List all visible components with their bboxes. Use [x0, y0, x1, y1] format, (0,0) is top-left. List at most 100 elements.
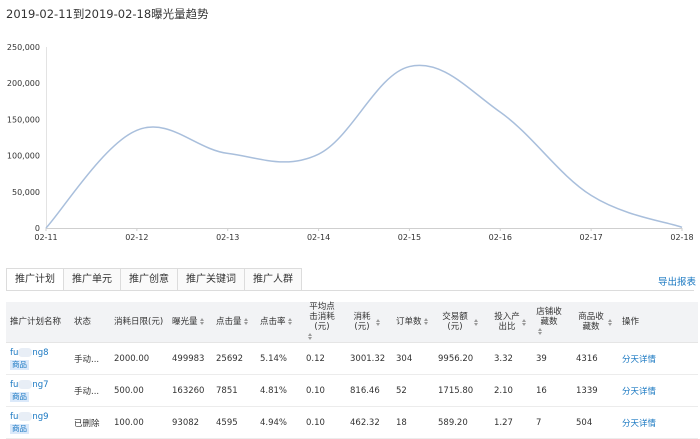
x-tick-label: 02-16 [489, 233, 512, 242]
y-tick-label: 200,000 [7, 79, 40, 88]
col-shop-fav[interactable]: 店铺收藏数 [532, 302, 572, 343]
table-row: fu ng8 商品 手动... 2000.00 499983 25692 5.14%… [6, 342, 698, 375]
cell-clicks: 25692 [212, 342, 256, 375]
plan-name-link[interactable]: fu ng8 [10, 347, 66, 359]
cell-ctr: 5.14% [256, 342, 302, 375]
tab-creative[interactable]: 推广创意 [121, 268, 178, 291]
tab-divider [6, 290, 694, 291]
table-row: fu ng9 商品 已删除 100.00 93082 4595 4.94% 0.10… [6, 406, 698, 439]
col-action: 操作 [618, 302, 698, 343]
plan-name-link[interactable]: fu ng9 [10, 411, 66, 423]
cell-roi: 3.32 [490, 342, 532, 375]
cell-clicks: 4595 [212, 406, 256, 439]
sort-icon[interactable] [199, 318, 205, 325]
cell-cpc: 0.10 [302, 374, 346, 407]
cell-cpc: 0.10 [302, 406, 346, 439]
col-clicks[interactable]: 点击量 [212, 302, 256, 343]
tab-unit[interactable]: 推广单元 [64, 268, 121, 291]
cell-impressions: 499983 [168, 342, 212, 375]
table-row: fu ng7 商品 手动... 500.00 163260 7851 4.81% 0… [6, 374, 698, 407]
cell-roi: 1.27 [490, 406, 532, 439]
cell-roi: 2.10 [490, 374, 532, 407]
cell-status: 已删除 [70, 406, 110, 439]
col-cost[interactable]: 消耗(元) [346, 302, 392, 343]
cell-shop-fav: 16 [532, 374, 572, 407]
daily-detail-link[interactable]: 分天详情 [622, 419, 656, 429]
sort-icon[interactable] [538, 328, 543, 335]
cell-limit: 500.00 [110, 374, 168, 407]
col-ctr[interactable]: 点击率 [256, 302, 302, 343]
sort-icon[interactable] [243, 318, 249, 325]
col-impressions[interactable]: 曝光量 [168, 302, 212, 343]
daily-detail-link[interactable]: 分天详情 [622, 387, 656, 397]
plan-name-link[interactable]: fu ng7 [10, 379, 66, 391]
cell-status: 手动... [70, 374, 110, 407]
export-report-link[interactable]: 导出报表 [658, 274, 696, 288]
x-tick-label: 02-11 [34, 233, 57, 242]
cell-item-fav: 1339 [572, 374, 618, 407]
cell-cost: 3001.32 [346, 342, 392, 375]
tab-keyword[interactable]: 推广关键词 [178, 268, 245, 291]
cell-orders: 52 [392, 374, 434, 407]
tab-audience[interactable]: 推广人群 [245, 268, 302, 291]
y-tick-label: 100,000 [7, 152, 40, 161]
table-header-row: 推广计划名称 状态 消耗日限(元) 曝光量 点击量 点击率 平均点击消耗(元) … [6, 302, 698, 343]
cell-cost: 816.46 [346, 374, 392, 407]
cell-gmv: 589.20 [434, 406, 490, 439]
cell-limit: 2000.00 [110, 342, 168, 375]
sort-icon[interactable] [474, 318, 479, 326]
cell-shop-fav: 39 [532, 342, 572, 375]
sort-icon[interactable] [522, 318, 527, 326]
cell-gmv: 1715.80 [434, 374, 490, 407]
sort-icon[interactable] [308, 333, 313, 340]
cell-gmv: 9956.20 [434, 342, 490, 375]
y-tick-label: 50,000 [12, 188, 40, 197]
cell-cpc: 0.12 [302, 342, 346, 375]
x-tick-label: 02-14 [307, 233, 330, 242]
cell-impressions: 93082 [168, 406, 212, 439]
cell-impressions: 163260 [168, 374, 212, 407]
plan-type-badge: 商品 [10, 423, 29, 434]
x-tick-label: 02-17 [580, 233, 603, 242]
x-tick-label: 02-12 [125, 233, 148, 242]
y-tick-label: 0 [35, 224, 40, 233]
cell-status: 手动... [70, 342, 110, 375]
daily-detail-link[interactable]: 分天详情 [622, 355, 656, 365]
cell-ctr: 4.81% [256, 374, 302, 407]
col-gmv[interactable]: 交易额(元) [434, 302, 490, 343]
y-axis: 0 50,000 100,000 150,000 200,000 250,000 [7, 43, 47, 233]
x-tick-label: 02-13 [216, 233, 239, 242]
y-tick-label: 150,000 [7, 115, 40, 124]
cell-limit: 100.00 [110, 406, 168, 439]
col-status: 状态 [70, 302, 110, 343]
col-item-fav[interactable]: 商品收藏数 [572, 302, 618, 343]
cell-item-fav: 504 [572, 406, 618, 439]
col-daily-limit: 消耗日限(元) [110, 302, 168, 343]
sort-icon[interactable] [376, 318, 381, 326]
sort-icon[interactable] [608, 318, 613, 326]
cell-orders: 304 [392, 342, 434, 375]
y-tick-label: 250,000 [7, 43, 40, 52]
col-orders[interactable]: 订单数 [392, 302, 434, 343]
cell-shop-fav: 7 [532, 406, 572, 439]
col-avg-cpc[interactable]: 平均点击消耗(元) [302, 302, 346, 343]
x-axis: 02-11 02-12 02-13 02-14 02-15 02-16 02-17 02-18 [34, 228, 694, 242]
cell-clicks: 7851 [212, 374, 256, 407]
sort-icon[interactable] [423, 318, 429, 325]
cell-ctr: 4.94% [256, 406, 302, 439]
x-tick-label: 02-18 [670, 233, 693, 242]
plan-type-badge: 商品 [10, 391, 29, 402]
plan-type-badge: 商品 [10, 359, 29, 370]
exposure-trend-chart: 0 50,000 100,000 150,000 200,000 250,000 02-1… [7, 43, 694, 242]
sort-icon[interactable] [287, 318, 293, 325]
exposure-series-line [45, 64, 683, 229]
cell-cost: 462.32 [346, 406, 392, 439]
col-roi[interactable]: 投入产出比 [490, 302, 532, 343]
cell-item-fav: 4316 [572, 342, 618, 375]
x-tick-label: 02-15 [398, 233, 421, 242]
tab-plan[interactable]: 推广计划 [6, 268, 64, 291]
plan-table: 推广计划名称 状态 消耗日限(元) 曝光量 点击量 点击率 平均点击消耗(元) … [6, 302, 698, 439]
report-tabs: 推广计划 推广单元 推广创意 推广关键词 推广人群 [6, 268, 302, 291]
col-plan-name: 推广计划名称 [6, 302, 70, 343]
cell-orders: 18 [392, 406, 434, 439]
